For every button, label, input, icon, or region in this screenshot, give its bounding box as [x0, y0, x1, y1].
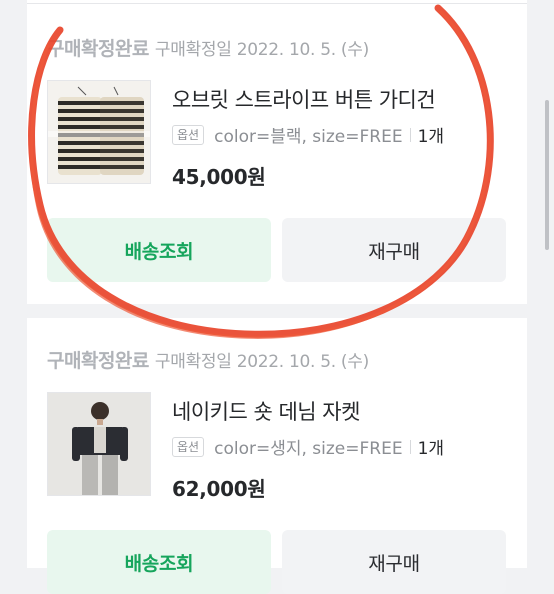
rebuy-button[interactable]: 재구매	[282, 218, 506, 282]
scrollbar[interactable]	[545, 100, 549, 250]
product-thumbnail[interactable]	[47, 392, 151, 496]
order-status: 구매확정완료	[47, 350, 149, 372]
option-text: color=생지, size=FREE	[214, 439, 403, 459]
order-status-line: 구매확정완료 구매확정일 2022. 10. 5. (수)	[47, 34, 369, 61]
order-card-2: 구매확정완료 구매확정일 2022. 10. 5. (수) 네이키드 숏 데님 자…	[27, 318, 527, 594]
quantity: 1개	[417, 127, 445, 147]
confirm-date: 구매확정일 2022. 10. 5. (수)	[154, 352, 369, 372]
product-price: 45,000원	[172, 165, 266, 189]
product-thumbnail[interactable]	[47, 80, 151, 184]
product-name[interactable]: 오브릿 스트라이프 버튼 가디건	[172, 84, 436, 114]
track-delivery-button[interactable]: 배송조회	[47, 530, 271, 594]
product-name[interactable]: 네이키드 숏 데님 자켓	[172, 396, 360, 426]
product-option-line: 옵션 color=생지, size=FREE 1개	[172, 434, 444, 459]
divider	[409, 439, 411, 454]
order-status: 구매확정완료	[47, 38, 149, 60]
order-card-1: 구매확정완료 구매확정일 2022. 10. 5. (수) 오브릿 스트라이프 …	[27, 4, 527, 304]
option-text: color=블랙, size=FREE	[214, 127, 403, 147]
product-price: 62,000원	[172, 477, 266, 501]
track-delivery-button[interactable]: 배송조회	[47, 218, 271, 282]
rebuy-button[interactable]: 재구매	[282, 530, 506, 594]
product-option-line: 옵션 color=블랙, size=FREE 1개	[172, 122, 444, 147]
option-badge: 옵션	[172, 436, 205, 457]
order-status-line: 구매확정완료 구매확정일 2022. 10. 5. (수)	[47, 346, 369, 373]
divider	[409, 127, 411, 142]
striped-cardigan-photo-icon	[48, 81, 150, 183]
denim-jacket-model-photo-icon	[48, 393, 150, 495]
quantity: 1개	[417, 439, 445, 459]
option-badge: 옵션	[172, 124, 205, 145]
confirm-date: 구매확정일 2022. 10. 5. (수)	[154, 40, 369, 60]
